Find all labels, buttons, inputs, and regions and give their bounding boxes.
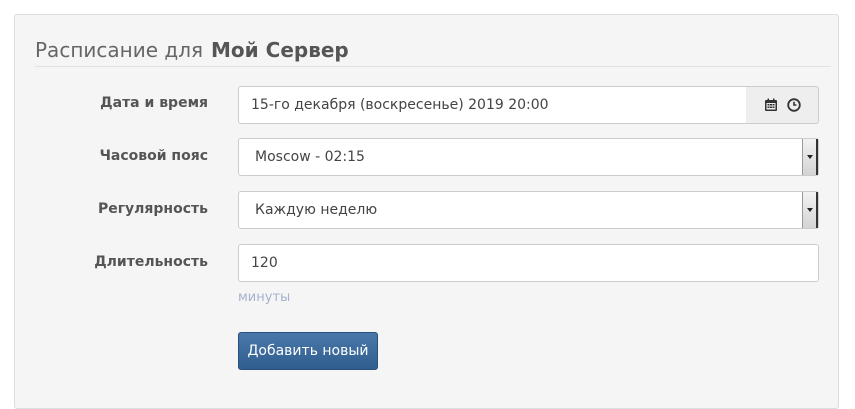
panel-title: Расписание для Мой Сервер bbox=[35, 37, 831, 67]
timezone-dropdown-button[interactable] bbox=[802, 139, 818, 175]
calendar-icon[interactable] bbox=[764, 98, 778, 112]
clock-icon[interactable] bbox=[786, 98, 801, 112]
duration-help-text: минуты bbox=[238, 290, 291, 305]
server-name: Мой Сервер bbox=[211, 38, 349, 62]
duration-label: Длительность bbox=[94, 254, 208, 270]
datetime-input[interactable]: 15-го декабря (воскресенье) 2019 20:00 bbox=[238, 86, 747, 124]
timezone-select[interactable]: Moscow - 02:15 bbox=[238, 138, 819, 176]
chevron-down-icon bbox=[806, 155, 813, 159]
datetime-label: Дата и время bbox=[100, 95, 208, 111]
recurrence-dropdown-button[interactable] bbox=[802, 192, 818, 228]
title-prefix: Расписание для bbox=[35, 38, 204, 62]
timezone-label: Часовой пояс bbox=[99, 148, 208, 164]
datetime-picker-addon bbox=[746, 86, 819, 124]
chevron-down-icon bbox=[806, 208, 813, 212]
recurrence-label: Регулярность bbox=[97, 201, 208, 217]
duration-input[interactable]: 120 bbox=[238, 244, 819, 282]
recurrence-select[interactable]: Каждую неделю bbox=[238, 191, 819, 229]
add-new-button[interactable]: Добавить новый bbox=[238, 332, 378, 370]
timezone-value: Moscow - 02:15 bbox=[255, 149, 365, 165]
recurrence-value: Каждую неделю bbox=[255, 202, 378, 218]
